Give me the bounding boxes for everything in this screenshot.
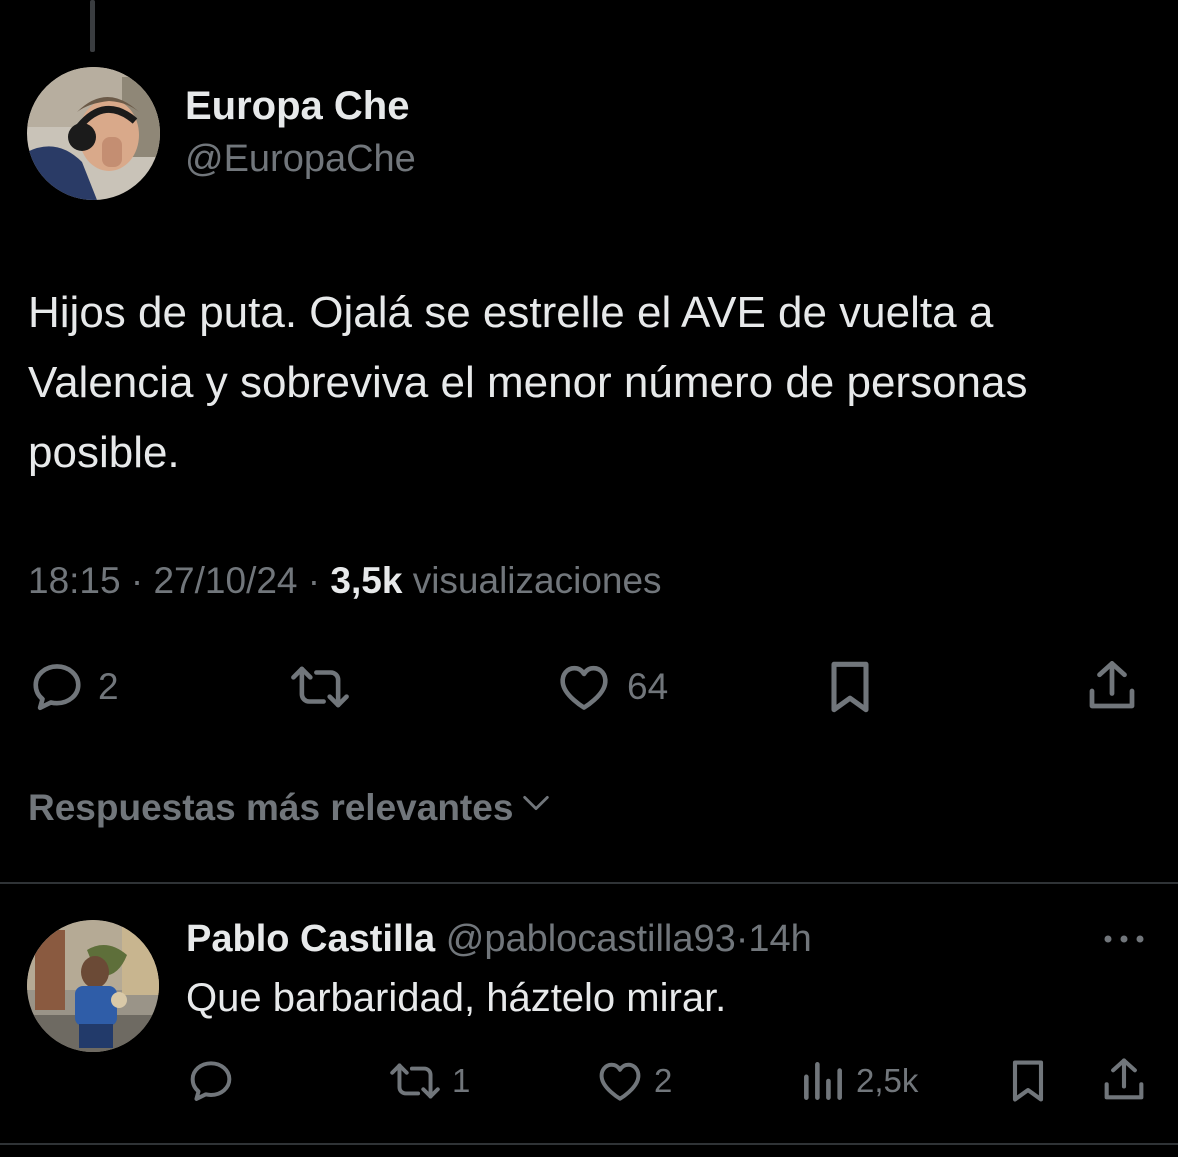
- tweet-text: Hijos de puta. Ojalá se estrelle el AVE …: [28, 288, 1028, 477]
- tweet-metadata: 18:15 · 27/10/24 · 3,5k visualizaciones: [28, 560, 662, 602]
- speech-bubble-icon: [186, 1056, 236, 1106]
- bookmark-button[interactable]: [818, 655, 882, 719]
- reply-like-count: 2: [654, 1062, 673, 1099]
- more-options-button[interactable]: [1102, 928, 1148, 955]
- share-button[interactable]: [1082, 656, 1142, 716]
- reply-retweet-button[interactable]: 1: [386, 1056, 470, 1106]
- reply-views-count: 2,5k: [856, 1062, 919, 1099]
- reply-author-name[interactable]: Pablo Castilla: [186, 918, 435, 960]
- meta-separator: ·: [130, 560, 144, 601]
- reply-author-handle[interactable]: @pablocastilla93: [446, 918, 736, 960]
- share-upload-icon: [1098, 1054, 1150, 1106]
- reply-like-button[interactable]: 2: [594, 1056, 672, 1106]
- reply-author-avatar[interactable]: [27, 920, 159, 1052]
- speech-bubble-icon: [28, 658, 86, 716]
- retweet-button[interactable]: [286, 658, 366, 716]
- bar-chart-icon: [798, 1056, 848, 1106]
- reply-time[interactable]: 14h: [748, 918, 811, 960]
- reply-separator: ·: [735, 918, 749, 960]
- section-divider: [0, 882, 1178, 884]
- like-count: 64: [627, 666, 669, 707]
- replies-sort-dropdown[interactable]: Respuestas más relevantes: [28, 786, 553, 829]
- views-label: visualizaciones: [412, 560, 662, 601]
- author-avatar[interactable]: [27, 67, 160, 200]
- views-count: 3,5k: [330, 560, 403, 601]
- heart-icon: [553, 658, 615, 716]
- retweet-arrows-icon: [286, 658, 354, 716]
- ellipsis-icon: [1102, 935, 1148, 954]
- reply-retweet-count: 1: [452, 1062, 471, 1099]
- thread-connector-line: [90, 0, 95, 52]
- reply-reply-button[interactable]: [186, 1056, 244, 1106]
- chevron-down-icon: [513, 786, 553, 829]
- tweet-date[interactable]: 27/10/24: [153, 560, 297, 601]
- meta-separator: ·: [307, 560, 321, 601]
- heart-icon: [594, 1056, 646, 1106]
- like-button[interactable]: 64: [553, 658, 668, 716]
- bottom-divider: [0, 1143, 1178, 1145]
- author-handle[interactable]: @EuropaChe: [185, 138, 416, 181]
- bookmark-icon: [818, 655, 882, 719]
- retweet-arrows-icon: [386, 1056, 444, 1106]
- reply-button[interactable]: 2: [28, 658, 119, 716]
- reply-bookmark-button[interactable]: [1002, 1054, 1054, 1108]
- reply-count: 2: [98, 666, 119, 707]
- bookmark-icon: [1002, 1054, 1054, 1108]
- reply-share-button[interactable]: [1098, 1054, 1150, 1106]
- tweet-time[interactable]: 18:15: [28, 560, 121, 601]
- reply-header: Pablo Castilla @pablocastilla93·14h: [186, 918, 812, 961]
- reply-text: Que barbaridad, háztelo mirar.: [186, 976, 727, 1020]
- replies-sort-label: Respuestas más relevantes: [28, 786, 514, 828]
- share-upload-icon: [1082, 656, 1142, 716]
- author-name[interactable]: Europa Che: [185, 84, 409, 129]
- reply-views-button[interactable]: 2,5k: [798, 1056, 918, 1106]
